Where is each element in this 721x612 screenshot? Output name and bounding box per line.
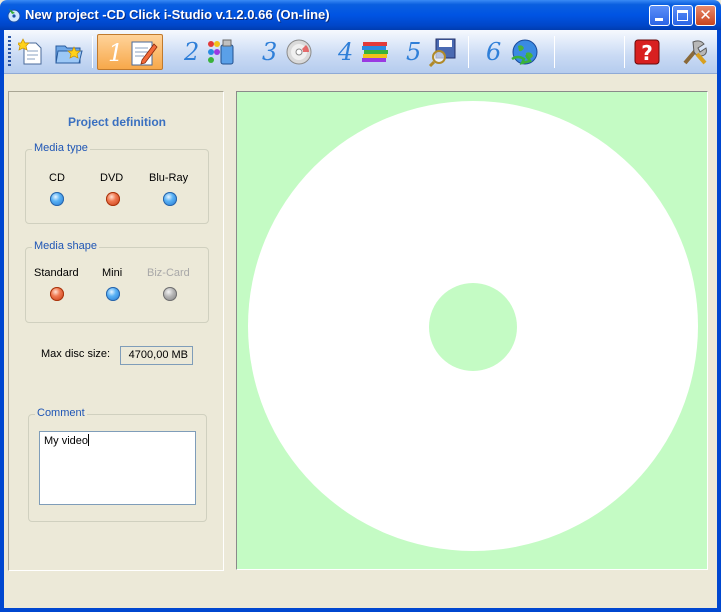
paint-design-icon <box>208 39 234 65</box>
step-2-number: 2 <box>184 38 200 66</box>
disc-icon <box>286 39 312 65</box>
minimize-button[interactable] <box>649 5 670 26</box>
window-title: New project -CD Click i-Studio v.1.2.0.6… <box>25 7 330 22</box>
disc-preview-canvas[interactable] <box>236 91 708 570</box>
help-icon: ? <box>634 39 660 65</box>
toolbar-separator <box>468 36 469 68</box>
media-shape-title: Media shape <box>32 240 99 252</box>
main-toolbar: 1 2 3 4 5 6 ? <box>4 30 717 74</box>
toolbar-separator <box>92 36 93 68</box>
tools-icon <box>683 40 707 65</box>
app-icon <box>7 9 21 23</box>
disc-stack-icon <box>362 42 388 62</box>
media-shape-bizcard-radio <box>163 287 177 301</box>
max-disc-size-field: 4700,00 MB <box>120 346 193 365</box>
media-shape-bizcard-label: Biz-Card <box>147 267 190 279</box>
window-frame-bottom <box>0 608 721 612</box>
comment-text: My video <box>44 435 89 447</box>
save-preview-icon <box>428 38 456 67</box>
media-shape-standard-label: Standard <box>34 267 79 279</box>
media-type-dvd-label: DVD <box>100 172 124 184</box>
new-project-button[interactable] <box>16 34 50 70</box>
open-project-button[interactable] <box>52 34 86 70</box>
max-disc-size-label: Max disc size: <box>41 348 111 360</box>
svg-text:?: ? <box>641 41 653 65</box>
disc-center-hole <box>429 283 517 371</box>
step-3-disc-button[interactable]: 3 <box>258 34 318 70</box>
media-type-cd-radio[interactable] <box>50 192 64 206</box>
toolbar-grip[interactable] <box>8 36 11 68</box>
media-type-cd-label: CD <box>49 172 65 184</box>
media-type-group: Media type CD DVD Blu-Ray <box>25 142 209 224</box>
comment-textarea[interactable]: My video <box>39 431 196 505</box>
open-project-icon <box>55 45 83 64</box>
window-frame-left <box>0 30 4 612</box>
project-definition-panel: Project definition Media type CD DVD Blu… <box>8 91 224 571</box>
media-shape-standard-radio[interactable] <box>50 287 64 301</box>
step-3-number: 3 <box>262 38 278 66</box>
title-bar[interactable]: New project -CD Click i-Studio v.1.2.0.6… <box>0 0 721 30</box>
comment-title: Comment <box>35 407 87 419</box>
maximize-button[interactable] <box>672 5 693 26</box>
toolbar-separator <box>554 36 555 68</box>
media-type-bluray-radio[interactable] <box>163 192 177 206</box>
maximize-icon <box>677 10 688 21</box>
media-type-dvd-radio[interactable] <box>106 192 120 206</box>
close-button[interactable]: ✕ <box>695 5 716 26</box>
close-icon: ✕ <box>699 6 712 24</box>
media-shape-mini-label: Mini <box>102 267 123 279</box>
disc-surface[interactable] <box>248 101 698 551</box>
step-6-publish-button[interactable]: 6 <box>482 34 546 70</box>
tools-button[interactable] <box>678 34 712 70</box>
step-5-number: 5 <box>406 38 422 66</box>
step-4-stack-button[interactable]: 4 <box>334 34 394 70</box>
step-5-save-button[interactable]: 5 <box>402 34 462 70</box>
window-frame-right <box>717 30 721 612</box>
media-shape-mini-radio[interactable] <box>106 287 120 301</box>
minimize-icon <box>655 18 663 21</box>
media-shape-group: Media shape Standard Mini Biz-Card <box>25 240 209 323</box>
media-type-title: Media type <box>32 142 90 154</box>
text-caret <box>88 434 90 446</box>
help-button[interactable]: ? <box>630 34 664 70</box>
comment-group: Comment My video <box>28 407 207 522</box>
step-4-number: 4 <box>338 38 354 66</box>
new-project-icon <box>18 38 42 65</box>
step-1-number: 1 <box>108 39 124 67</box>
step-1-project-button[interactable]: 1 <box>97 34 163 70</box>
step-2-design-button[interactable]: 2 <box>180 34 246 70</box>
toolbar-separator <box>624 36 625 68</box>
project-definition-icon <box>131 41 158 66</box>
step-6-number: 6 <box>486 38 502 66</box>
panel-title: Project definition <box>67 115 166 129</box>
media-type-bluray-label: Blu-Ray <box>149 172 189 184</box>
globe-icon <box>511 39 538 65</box>
